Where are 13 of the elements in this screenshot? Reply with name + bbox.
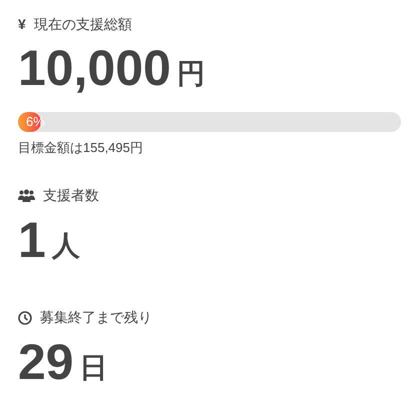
stat-value: 1: [18, 210, 46, 270]
clock-icon: [18, 310, 32, 324]
stat-unit: 日: [80, 350, 108, 384]
people-icon: [18, 189, 35, 202]
stat-unit: 人: [52, 228, 80, 262]
goal-amount-text: 目標金額は155,495円: [18, 139, 144, 157]
section-label: 支援者数: [43, 186, 99, 205]
section-label: 現在の支援総額: [34, 14, 132, 34]
stat-value: 29: [18, 332, 74, 392]
stat-unit: 円: [176, 57, 205, 91]
section-label: 募集終了まで残り: [40, 308, 152, 327]
stat-value: 10,000: [18, 39, 171, 98]
yen-icon: ¥: [18, 17, 26, 31]
